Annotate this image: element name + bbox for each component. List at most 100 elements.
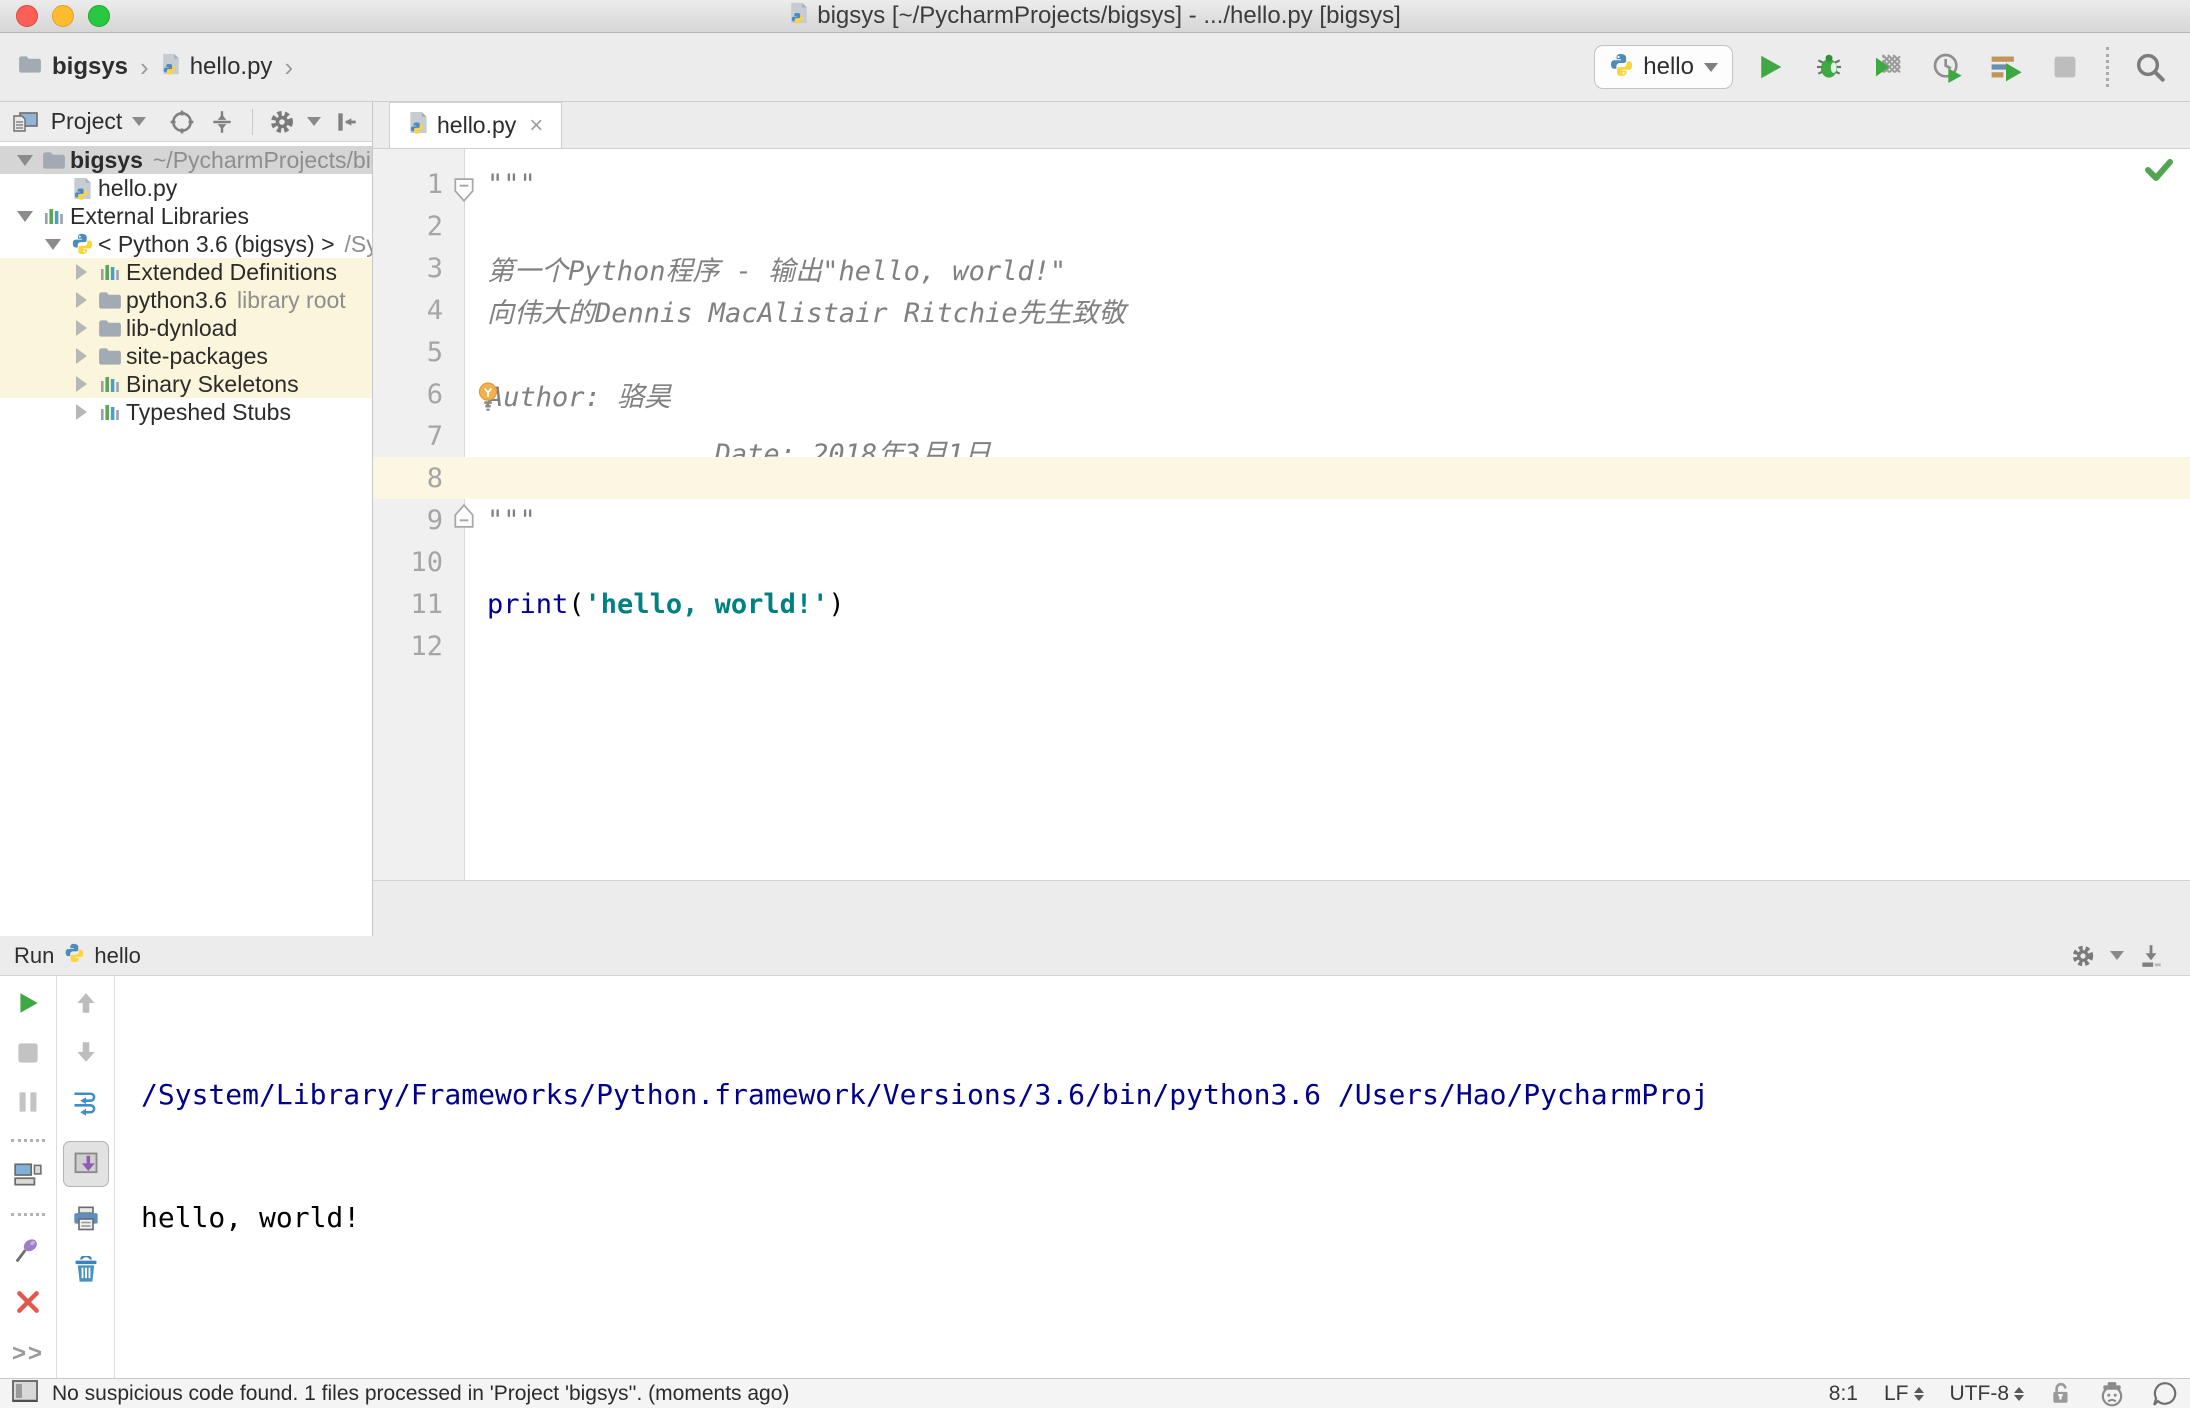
project-panel-title[interactable]: Project [51,108,123,135]
chevron-down-icon[interactable] [2110,951,2124,960]
unlock-icon[interactable] [2050,1382,2072,1406]
restore-layout-button[interactable] [13,1162,43,1193]
caret-position[interactable]: 8:1 [1829,1382,1858,1406]
zoom-window-button[interactable] [88,5,110,27]
tree-row-extended-definitions[interactable]: Extended Definitions [0,258,372,286]
collapsed-arrow-icon[interactable] [75,404,87,420]
run-with-coverage-button[interactable] [1866,45,1910,89]
toolbar-separator [11,1139,45,1142]
tree-row-bigsys[interactable]: bigsys ~/PycharmProjects/bigsys [0,146,372,174]
encoding-select[interactable]: UTF-8 [1950,1382,2024,1406]
chevron-down-icon[interactable] [307,117,322,126]
more-actions-button[interactable]: >> [12,1340,44,1368]
collapsed-arrow-icon[interactable] [75,292,87,308]
console-output[interactable]: /System/Library/Frameworks/Python.framew… [115,976,2190,1378]
tree-row-typeshed-stubs[interactable]: Typeshed Stubs [0,398,372,426]
profiler-button[interactable] [1925,45,1969,89]
string-literal: 'hello, world!' [584,588,829,620]
tree-row-python-sdk[interactable]: < Python 3.6 (bigsys) > /System [0,230,372,258]
run-button[interactable] [1748,45,1792,89]
line-ending-select[interactable]: LF [1884,1382,1924,1406]
tree-row-site-packages[interactable]: site-packages [0,342,372,370]
stop-process-button[interactable] [16,1041,40,1070]
debug-button[interactable] [1807,45,1851,89]
breadcrumb-project[interactable]: bigsys [52,53,128,81]
docstring-open: """ [487,168,536,200]
line-number: 1 [426,168,443,200]
tree-row-lib-dynload[interactable]: lib-dynload [0,314,372,342]
down-stack-trace-button[interactable] [73,1039,99,1070]
close-panel-button[interactable] [15,1289,41,1320]
minimize-window-button[interactable] [52,5,74,27]
fold-start-icon[interactable] [453,177,475,208]
expanded-arrow-icon[interactable] [17,210,33,222]
status-message[interactable]: No suspicious code found. 1 files proces… [52,1382,789,1406]
print-button[interactable] [72,1205,100,1238]
settings-gear-icon[interactable] [267,107,298,137]
hide-panel-icon[interactable] [331,107,362,137]
up-stack-trace-button[interactable] [73,990,99,1021]
tree-row-binary-skeletons[interactable]: Binary Skeletons [0,370,372,398]
project-panel-header: Project [0,102,372,142]
inspections-hector-icon[interactable] [2098,1381,2126,1407]
close-tab-icon[interactable]: × [529,112,543,140]
breadcrumb-file[interactable]: hello.py [190,53,273,81]
soft-wrap-button[interactable] [71,1088,101,1123]
chevron-down-icon[interactable] [132,117,147,126]
tree-row-external-libraries[interactable]: External Libraries [0,202,372,230]
collapsed-arrow-icon[interactable] [75,348,87,364]
chevron-right-icon: › [284,51,294,82]
event-log-bubble-icon[interactable] [2152,1381,2178,1407]
run-config-label: hello [94,942,141,968]
tree-annotation: /System [344,230,372,257]
stop-button[interactable] [2043,45,2087,89]
tree-row-hello-py[interactable]: hello.py [0,174,372,202]
pin-tab-button[interactable] [14,1236,42,1269]
python-file-icon [408,111,428,140]
settings-gear-icon[interactable] [2066,941,2100,971]
tree-label: Binary Skeletons [126,370,299,397]
tab-hello-py[interactable]: hello.py × [389,102,563,148]
python-logo-icon [1609,53,1633,82]
fold-end-icon[interactable] [453,503,475,534]
collapsed-arrow-icon[interactable] [75,264,87,280]
collapse-all-icon[interactable] [207,107,238,137]
line-number: 2 [426,210,443,242]
expanded-arrow-icon[interactable] [17,154,33,166]
tree-label: External Libraries [70,202,249,229]
header-separator [251,108,253,135]
library-icon [38,206,70,226]
expanded-arrow-icon[interactable] [45,238,61,250]
tree-label: Extended Definitions [126,258,337,285]
editor[interactable]: 1 """ 2 3 第一个Python程序 - 输出"hello, world!… [373,149,2190,880]
scroll-to-end-button[interactable] [62,1141,109,1187]
pause-output-button[interactable] [16,1090,40,1119]
intention-bulb-icon[interactable] [477,382,499,419]
dock-panel-icon[interactable] [2134,941,2168,971]
locate-file-icon[interactable] [166,107,197,137]
project-view-icon [10,107,41,137]
code-line: 11 print('hello, world!') [373,583,2190,625]
tree-annotation: library root [237,286,346,313]
tree-row-python36[interactable]: python3.6 library root [0,286,372,314]
close-window-button[interactable] [16,5,38,27]
chevron-down-icon [1704,62,1718,72]
line-number: 6 [426,378,443,410]
search-everywhere-button[interactable] [2128,45,2172,89]
toolwindow-toggle-icon[interactable] [12,1379,38,1408]
toolbar-separator [11,1213,45,1216]
folder-icon [94,319,126,338]
python-logo-icon [64,943,84,969]
run-configuration-select[interactable]: hello [1594,45,1733,89]
concurrency-diagram-button[interactable] [1984,45,2028,89]
code-line: 10 [373,541,2190,583]
collapsed-arrow-icon[interactable] [75,376,87,392]
collapsed-arrow-icon[interactable] [75,320,87,336]
folder-icon [94,347,126,366]
rerun-button[interactable] [15,990,41,1021]
library-icon [94,402,126,422]
clear-all-button[interactable] [73,1254,99,1289]
run-panel-title[interactable]: Run [14,943,54,969]
chevron-right-icon: › [140,51,149,82]
